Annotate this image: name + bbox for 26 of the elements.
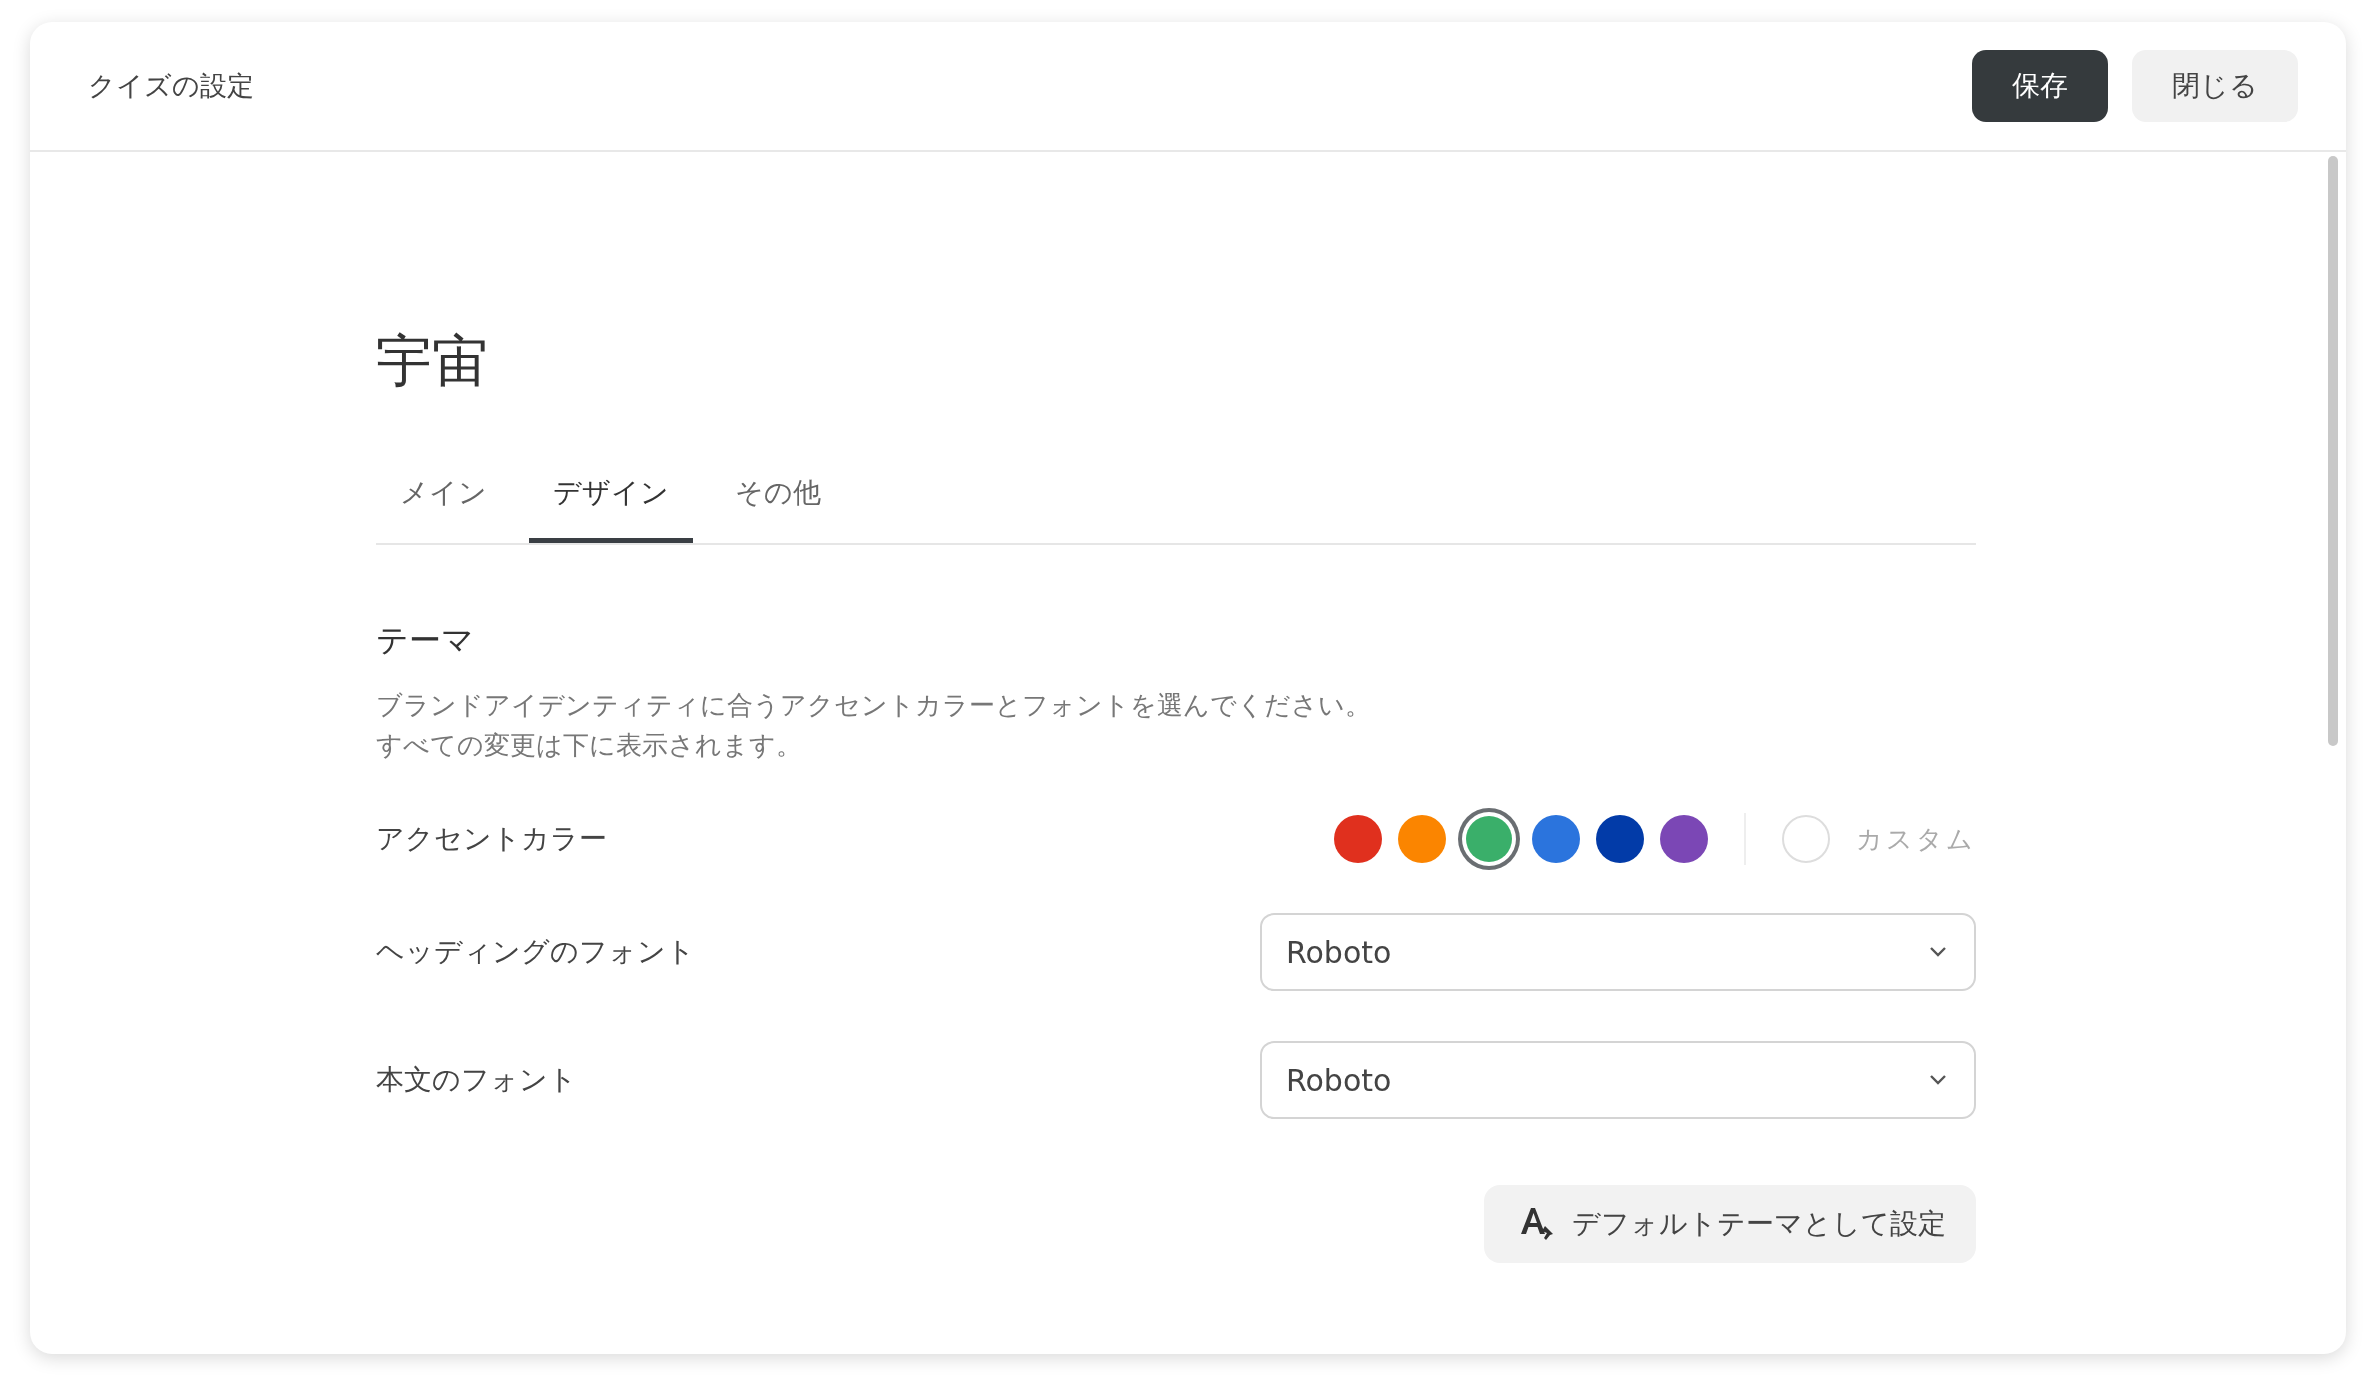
section-heading: テーマ <box>376 620 475 661</box>
window-title: クイズの設定 <box>88 69 254 103</box>
field-label: ヘッディングのフォント <box>376 934 695 970</box>
color-swatch[interactable] <box>1660 815 1708 863</box>
close-button[interactable]: 閉じる <box>2132 50 2298 122</box>
scrollbar-thumb[interactable] <box>2328 156 2338 746</box>
custom-color-swatch[interactable] <box>1782 815 1830 863</box>
custom-color-label: カスタム <box>1856 822 1976 856</box>
color-swatch[interactable] <box>1532 815 1580 863</box>
section-description: ブランドアイデンティティに合うアクセントカラーとフォントを選んでください。 <box>376 689 1372 722</box>
field-label: アクセントカラー <box>376 821 607 857</box>
color-swatch[interactable] <box>1398 815 1446 863</box>
field-label: 本文のフォント <box>376 1062 577 1098</box>
section-description: すべての変更は下に表示されます。 <box>376 729 803 762</box>
font-dropdown[interactable]: Roboto <box>1260 913 1976 991</box>
color-swatch[interactable] <box>1334 815 1382 863</box>
color-swatch[interactable] <box>1596 815 1644 863</box>
chevron-down-icon <box>1928 946 1948 958</box>
tab[interactable]: デザイン <box>529 474 693 543</box>
quiz-title: 宇宙 <box>376 327 489 395</box>
font-dropdown[interactable]: Roboto <box>1260 1041 1976 1119</box>
tab[interactable]: その他 <box>711 474 845 543</box>
tab[interactable]: メイン <box>376 474 511 543</box>
chevron-down-icon <box>1928 1074 1948 1086</box>
save-button[interactable]: 保存 <box>1972 50 2108 122</box>
set-default-theme-button[interactable]: デフォルトテーマとして設定 <box>1484 1185 1976 1263</box>
